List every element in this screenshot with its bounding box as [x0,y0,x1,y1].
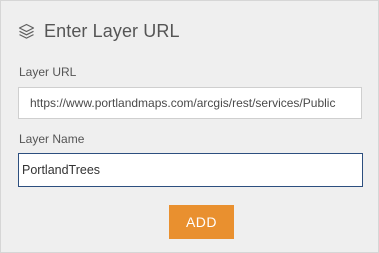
layer-url-input[interactable] [18,87,362,119]
layer-url-label: Layer URL [19,65,77,79]
enter-layer-url-panel: Enter Layer URL Layer URL Layer Name ADD [0,0,379,253]
add-button[interactable]: ADD [169,205,234,239]
dialog-title: Enter Layer URL [44,20,180,41]
panel-header: Enter Layer URL [18,20,180,42]
layer-name-input[interactable] [18,153,363,187]
layers-icon [18,23,35,40]
layer-name-label: Layer Name [19,132,85,146]
